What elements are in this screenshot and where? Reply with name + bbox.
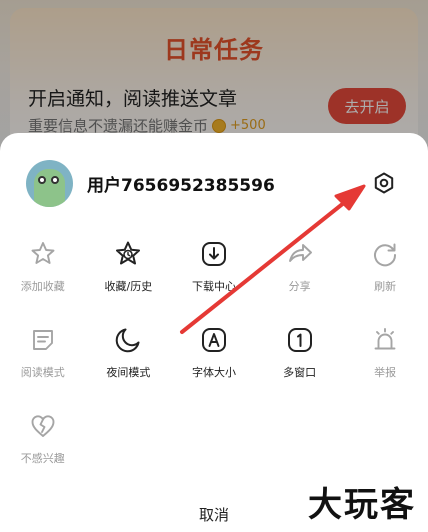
reading-mode-button[interactable]: 阅读模式 [0,323,86,409]
font-size-label: 字体大小 [191,366,236,379]
moon-icon [116,328,140,353]
menu-row-1: 添加收藏 收藏/历史 下载中心 分享 刷新 [0,237,428,323]
avatar[interactable] [26,160,73,207]
user-profile[interactable]: 用户7656952385596 [26,160,275,207]
favorites-history-label: 收藏/历史 [104,280,153,293]
refresh-icon [374,243,397,267]
report-button[interactable]: 举报 [342,323,428,409]
download-center-button[interactable]: 下载中心 [171,237,257,323]
add-favorite-button[interactable]: 添加收藏 [0,237,86,323]
font-size-button[interactable]: 字体大小 [171,323,257,409]
font-size-icon [201,328,226,352]
menu-sheet: 用户7656952385596 添加收藏 收藏/历史 下载中心 分享 刷新 阅读… [0,133,428,532]
report-label: 举报 [374,366,397,379]
night-mode-label: 夜间模式 [106,366,151,379]
multi-window-button[interactable]: 多窗口 [257,323,343,409]
star-clock-icon [116,241,141,265]
add-favorite-label: 添加收藏 [20,280,65,293]
reading-mode-label: 阅读模式 [20,366,65,379]
not-interested-label: 不感兴趣 [20,452,65,465]
refresh-button[interactable]: 刷新 [342,237,428,323]
menu-row-2: 阅读模式 夜间模式 字体大小 多窗口 举报 [0,323,428,409]
favorites-history-button[interactable]: 收藏/历史 [86,237,172,323]
multi-window-label: 多窗口 [283,366,317,379]
download-icon [201,242,226,266]
refresh-label: 刷新 [374,280,397,293]
watermark-logo: 大玩客 [308,485,416,525]
night-mode-button[interactable]: 夜间模式 [86,323,172,409]
username: 用户7656952385596 [87,176,275,196]
menu-grid: 添加收藏 收藏/历史 下载中心 分享 刷新 阅读模式 夜间模式 字体大小 多窗口… [0,237,428,495]
star-outline-icon [31,242,55,264]
multi-window-icon [287,328,312,352]
broken-heart-icon [31,415,55,437]
settings-gear-icon[interactable] [372,171,396,195]
share-button[interactable]: 分享 [257,237,343,323]
not-interested-button[interactable]: 不感兴趣 [0,409,86,495]
share-label: 分享 [288,280,311,293]
reader-icon [32,330,53,350]
download-center-label: 下载中心 [191,280,236,293]
share-icon [288,244,312,262]
alarm-icon [374,328,396,350]
